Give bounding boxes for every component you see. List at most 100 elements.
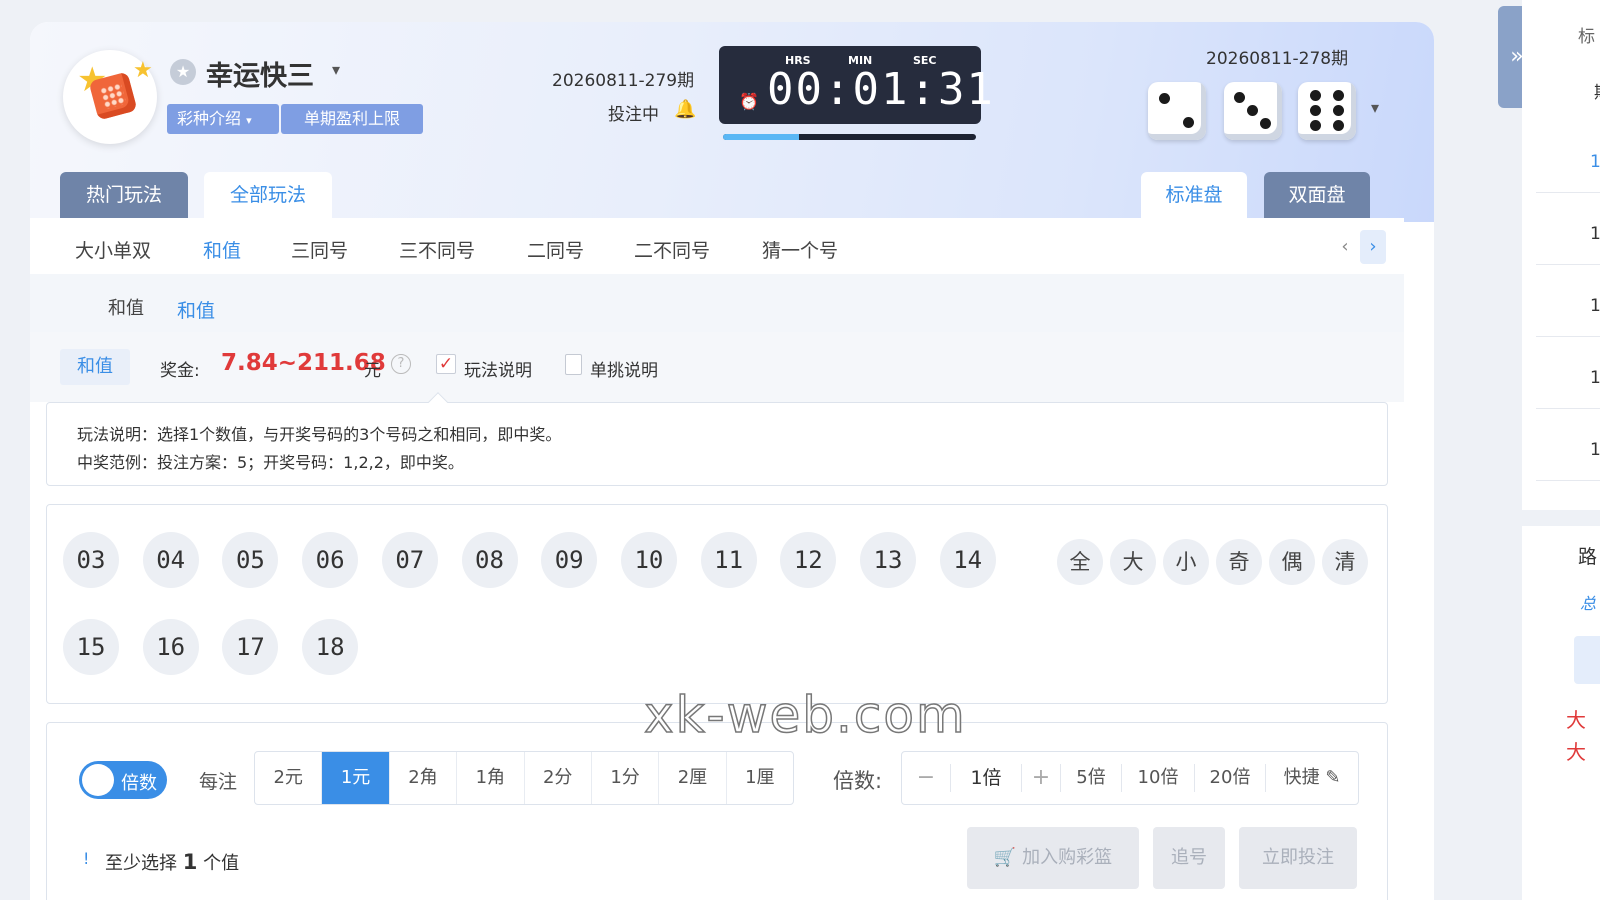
game-intro-button[interactable]: 彩种介绍 ▾	[167, 104, 279, 134]
dice-pip	[1333, 90, 1344, 101]
shortcut-label: 快捷	[1283, 767, 1320, 788]
toggle-knob	[82, 764, 114, 796]
trend-tab[interactable]	[1574, 636, 1600, 684]
subnav-item[interactable]: 二同号	[527, 236, 584, 263]
divider	[1536, 408, 1600, 409]
bet-now-button[interactable]: 立即投注	[1239, 827, 1357, 889]
chevron-right-icon[interactable]: ›	[1360, 230, 1386, 264]
shortcut-button[interactable]: 快捷 ✎	[1266, 752, 1358, 804]
add-cart-label: 加入购彩篮	[1022, 847, 1113, 868]
unit-option[interactable]: 2元	[255, 752, 323, 804]
number-ball[interactable]: 12	[780, 532, 837, 588]
last-draw-period: 20260811-278期	[1206, 49, 1349, 69]
tab-double-plate[interactable]: 双面盘	[1264, 172, 1370, 218]
number-ball[interactable]: 13	[860, 532, 916, 588]
panel-row-mark: 1	[1590, 224, 1600, 244]
unit-option[interactable]: 2角	[390, 752, 458, 804]
dice-pip	[1183, 117, 1194, 128]
star-icon: ★	[133, 58, 153, 83]
dice-pip	[1310, 105, 1321, 116]
subnav-item[interactable]: 二不同号	[634, 236, 710, 263]
chevron-down-icon: ▾	[246, 114, 252, 127]
subnav-item[interactable]: 猜一个号	[762, 236, 838, 263]
number-ball[interactable]: 06	[302, 532, 359, 588]
number-ball[interactable]: 14	[939, 532, 996, 588]
multiplier-preset[interactable]: 20倍	[1195, 752, 1265, 804]
number-ball[interactable]: 17	[222, 619, 279, 675]
subnav-item[interactable]: 和值	[203, 236, 241, 263]
sub-play-bar: 和值 和值	[30, 274, 1404, 332]
dice-logo-icon	[88, 71, 138, 121]
quick-select-button[interactable]: 偶	[1269, 539, 1315, 585]
quick-select-button[interactable]: 小	[1163, 539, 1209, 585]
rules-label[interactable]: 玩法说明	[464, 356, 532, 381]
dice-result-3	[1298, 82, 1356, 140]
plus-button[interactable]: +	[1022, 752, 1060, 804]
subnav-item[interactable]: 三同号	[291, 236, 348, 263]
help-icon[interactable]: ?	[391, 354, 411, 374]
chevron-down-icon[interactable]: ▾	[1371, 98, 1379, 117]
profit-limit-button[interactable]: 单期盈利上限	[281, 104, 423, 134]
number-ball[interactable]: 08	[461, 532, 518, 588]
sub-play-item[interactable]: 和值	[177, 296, 215, 323]
bet-status: 投注中	[608, 105, 659, 125]
number-ball[interactable]: 16	[142, 619, 199, 675]
document-icon	[565, 354, 582, 375]
dice-pip	[1310, 90, 1321, 101]
quick-select-button[interactable]: 清	[1322, 539, 1368, 585]
number-ball[interactable]: 11	[700, 532, 757, 588]
cart-icon: 🛒	[993, 847, 1017, 868]
rules-checkbox[interactable]: ✓	[436, 354, 456, 374]
multiplier-toggle[interactable]: 倍数	[79, 761, 167, 799]
number-ball[interactable]: 15	[63, 619, 119, 675]
favorite-star-icon[interactable]: ★	[170, 59, 196, 85]
multiplier-input[interactable]: 1倍	[951, 752, 1021, 804]
game-header: ★ ★ ★ 幸运快三 ▾ 彩种介绍 ▾ 单期盈利上限 20260811-279期…	[30, 22, 1434, 222]
unit-option[interactable]: 1厘	[727, 752, 793, 804]
add-to-cart-button[interactable]: 🛒 加入购彩篮	[967, 827, 1139, 889]
dice-pip	[1234, 92, 1245, 103]
unit-label: 每注	[199, 771, 238, 793]
dice-pip	[1333, 120, 1344, 131]
unit-option[interactable]: 1分	[592, 752, 660, 804]
dice-pip	[1247, 105, 1258, 116]
number-ball[interactable]: 07	[381, 532, 438, 588]
number-ball[interactable]: 10	[620, 532, 677, 588]
chevron-left-icon[interactable]: ‹	[1332, 230, 1358, 264]
chevron-down-icon[interactable]: ▾	[332, 60, 340, 79]
edit-icon: ✎	[1325, 767, 1341, 788]
game-title[interactable]: 幸运快三	[206, 54, 314, 93]
chase-button[interactable]: 追号	[1153, 827, 1225, 889]
divider	[1536, 192, 1600, 193]
panel-row-mark: 1	[1590, 152, 1600, 172]
number-ball[interactable]: 09	[541, 532, 598, 588]
min-hint-prefix: 至少选择	[105, 853, 177, 874]
bet-panel: 倍数 每注 2元 1元 2角 1角 2分 1分 2厘 1厘 倍数: − 1倍 + 5倍 10倍…	[46, 722, 1388, 900]
subnav-item[interactable]: 三不同号	[399, 236, 475, 263]
panel-header-fragment: 标	[1578, 27, 1595, 47]
min-select-hint: 至少选择 1 个值	[105, 849, 239, 875]
multiplier-preset[interactable]: 10倍	[1122, 752, 1194, 804]
tab-all-plays[interactable]: 全部玩法	[204, 172, 332, 218]
tab-standard-plate[interactable]: 标准盘	[1141, 172, 1247, 218]
min-hint-count: 1	[182, 850, 198, 874]
subnav-item[interactable]: 大小单双	[75, 236, 151, 263]
unit-option[interactable]: 2分	[525, 752, 592, 804]
quick-select-button[interactable]: 奇	[1216, 539, 1262, 585]
unit-option[interactable]: 1角	[457, 752, 525, 804]
unit-option[interactable]: 1元	[322, 752, 390, 804]
number-ball[interactable]: 03	[63, 532, 119, 588]
quick-select-button[interactable]: 大	[1110, 539, 1156, 585]
number-ball[interactable]: 18	[302, 619, 359, 675]
number-ball[interactable]: 04	[142, 532, 199, 588]
single-rules-link[interactable]: 单挑说明	[590, 356, 658, 381]
number-ball[interactable]: 05	[222, 532, 279, 588]
unit-option[interactable]: 2厘	[659, 752, 727, 804]
multiplier-preset[interactable]: 5倍	[1061, 752, 1121, 804]
prize-value: 7.84~211.68	[221, 350, 386, 376]
prize-unit: 元	[364, 361, 381, 381]
minus-button[interactable]: −	[902, 752, 950, 804]
panel-row-mark: 1	[1590, 368, 1600, 388]
tab-hot-plays[interactable]: 热门玩法	[60, 172, 188, 218]
quick-select-button[interactable]: 全	[1057, 539, 1103, 585]
